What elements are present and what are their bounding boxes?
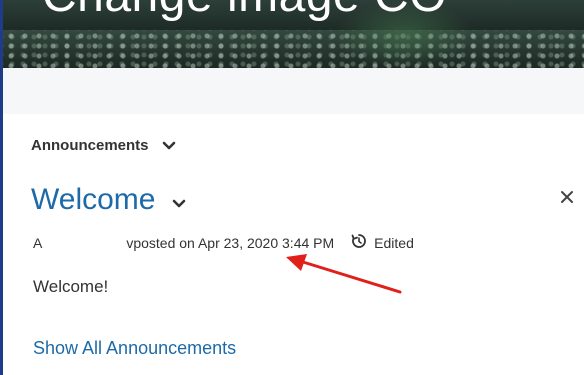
announcement-title[interactable]: Welcome (31, 182, 155, 218)
history-icon (350, 232, 368, 253)
announcements-widget: Announcements Welcome A v posted on Apr … (3, 114, 584, 375)
close-icon[interactable] (558, 188, 576, 206)
course-homepage: Change image CO Announcements Welcome (0, 0, 584, 375)
announcement-body: Welcome! (33, 277, 109, 296)
posted-date: posted on Apr 23, 2020 3:44 PM (133, 234, 335, 251)
course-banner: Change image CO (3, 0, 584, 68)
chevron-down-icon[interactable] (161, 138, 177, 154)
author-name-end: v (126, 234, 134, 251)
banner-spacer (3, 68, 584, 114)
chevron-down-icon[interactable] (171, 196, 187, 212)
author-name-start: A (33, 234, 43, 251)
widget-header: Announcements (31, 137, 177, 154)
widget-title: Announcements (31, 137, 149, 154)
banner-title: Change image CO (42, 0, 447, 26)
show-all-announcements-link[interactable]: Show All Announcements (33, 338, 236, 359)
edited-label: Edited (374, 234, 414, 251)
announcement-meta: A v posted on Apr 23, 2020 3:44 PM Edite… (33, 232, 414, 253)
author-redaction (42, 236, 126, 250)
edited-indicator: Edited (350, 232, 414, 253)
banner-image (3, 30, 584, 68)
announcement-title-row: Welcome (31, 182, 187, 218)
